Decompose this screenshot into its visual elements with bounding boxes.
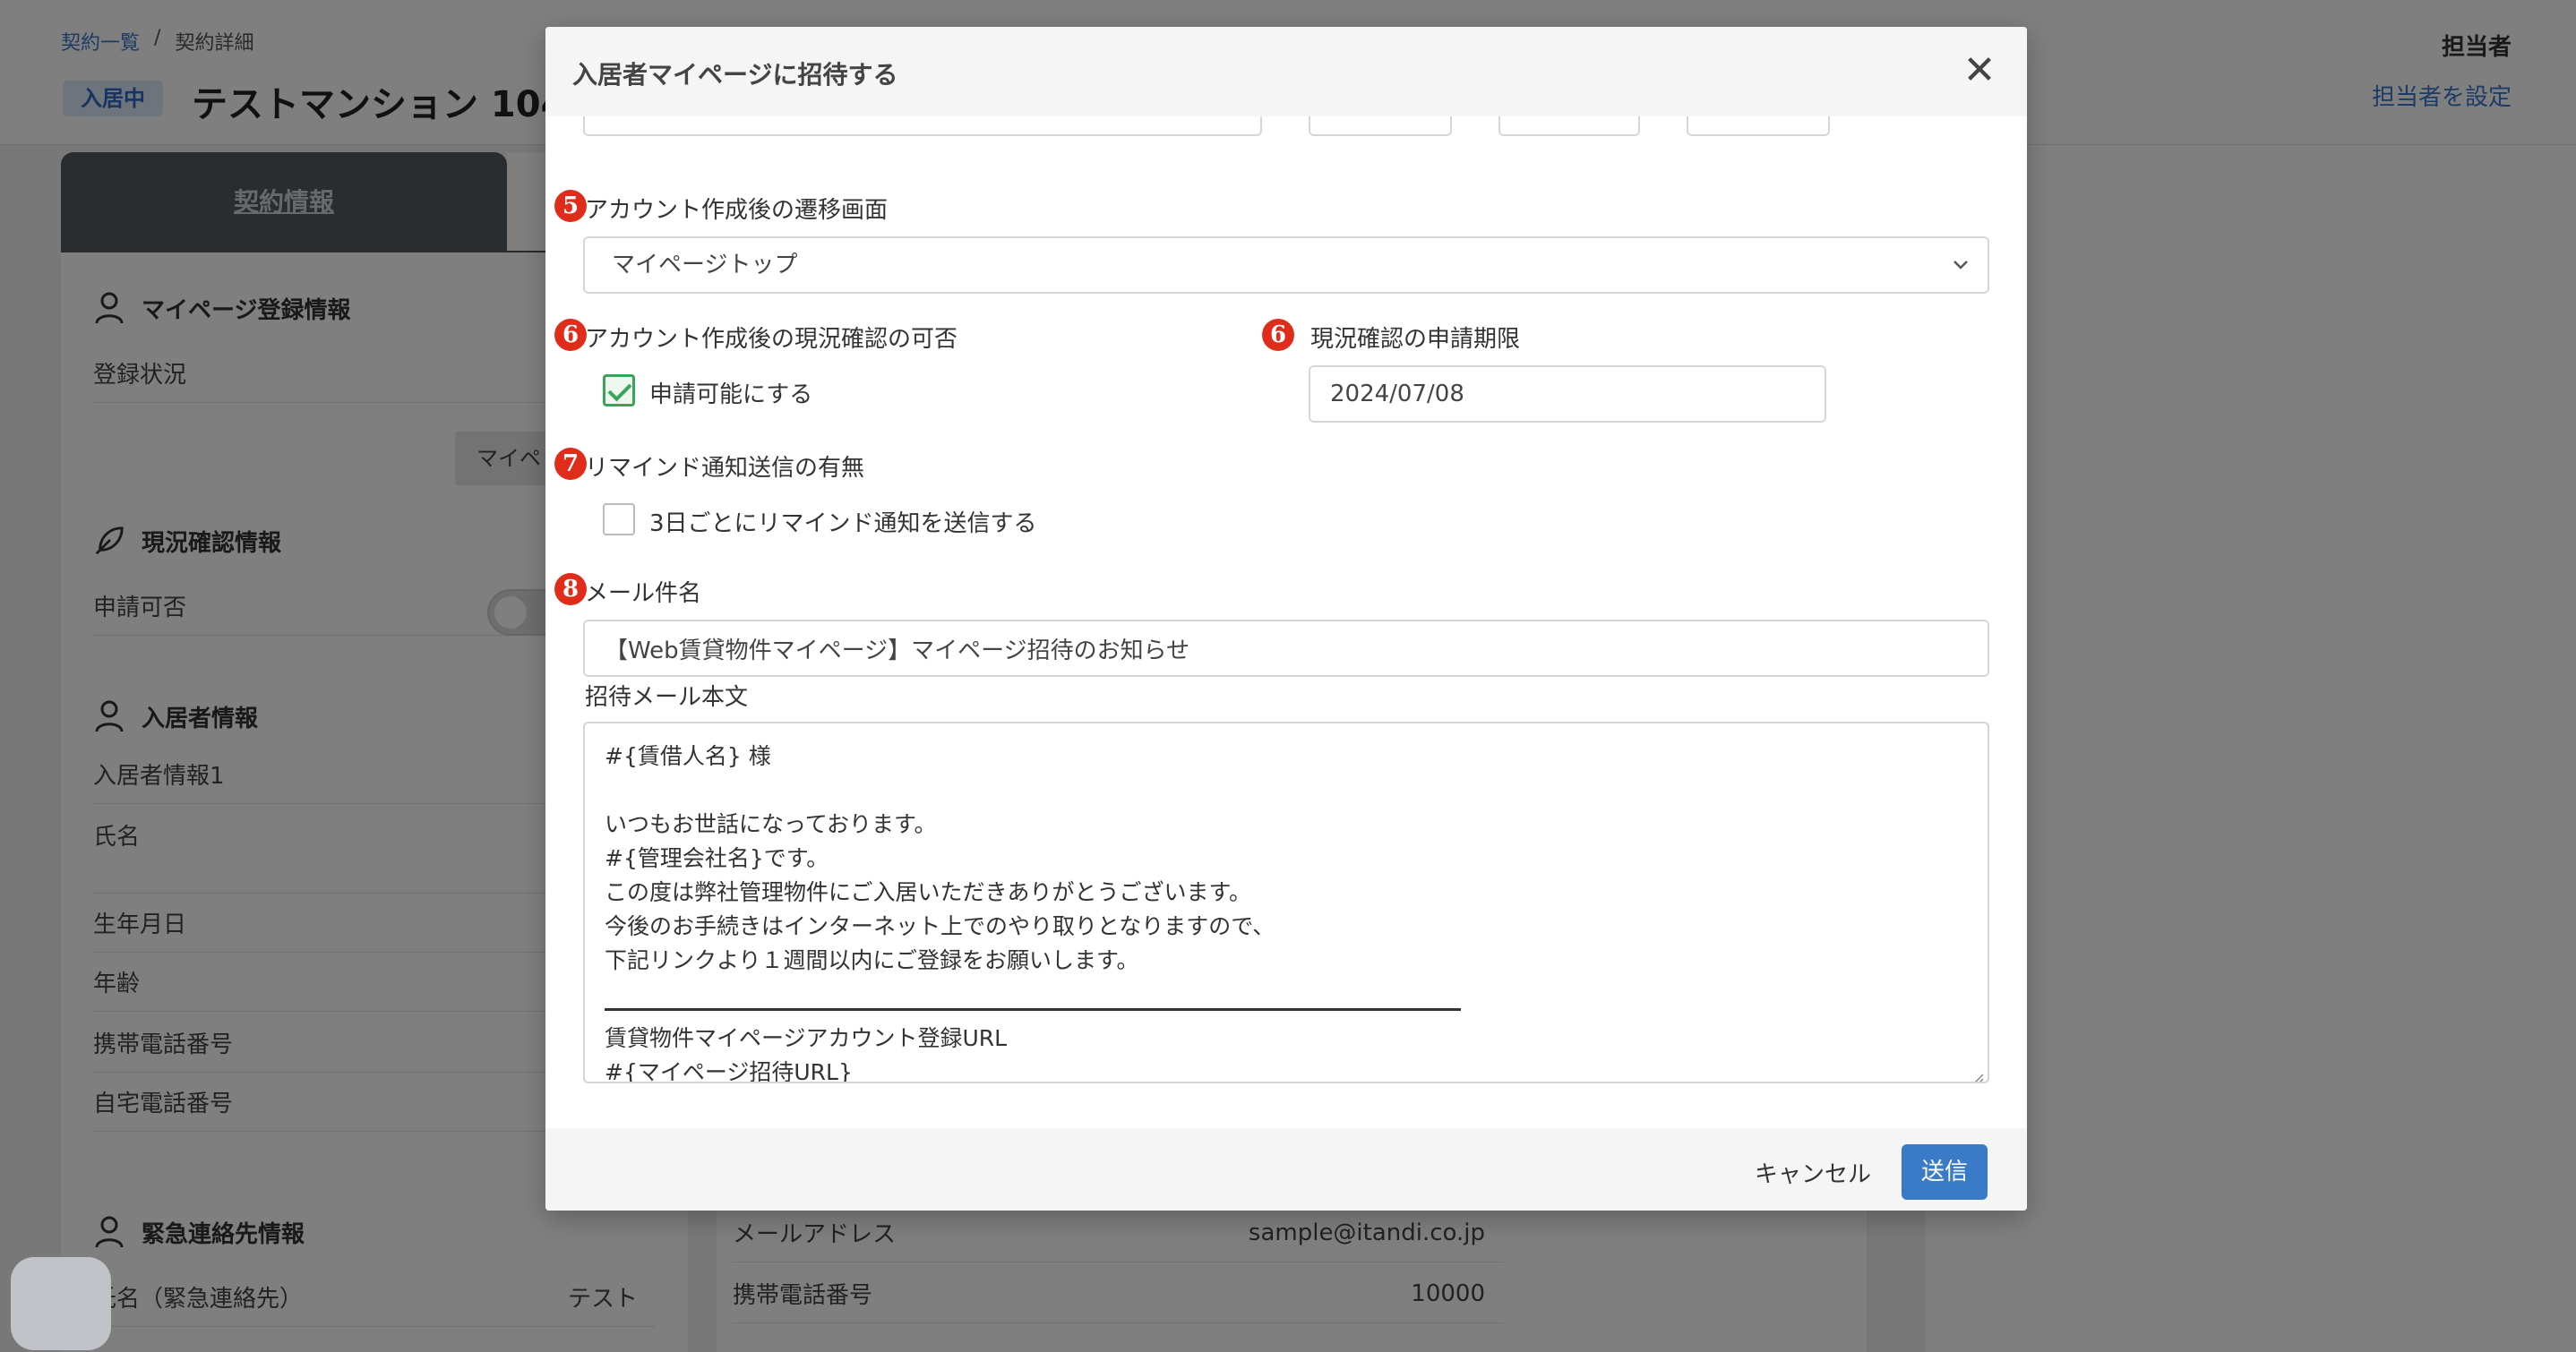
- body-label: 招待メール本文: [585, 684, 749, 711]
- deadline-input[interactable]: 2024/07/08: [1309, 365, 1826, 423]
- reminder-label: リマインド通知送信の有無: [585, 455, 865, 482]
- body-textarea[interactable]: #{賃借人名} 様 いつもお世話になっております。 #{管理会社名}です。 この…: [583, 722, 1989, 1083]
- scrolled-field[interactable]: [1309, 116, 1452, 136]
- chevron-down-icon: [1952, 238, 1970, 313]
- body-line: いつもお世話になっております。: [605, 811, 937, 837]
- reminder-checkbox-label[interactable]: 3日ごとにリマインド通知を送信する: [649, 505, 1037, 538]
- status-check-label: アカウント作成後の現況確認の可否: [585, 326, 958, 353]
- reminder-checkbox[interactable]: [603, 503, 635, 535]
- body-line: [605, 774, 1968, 808]
- body-line: 賃貸物件マイページアカウント登録URL: [605, 1025, 1008, 1051]
- cancel-button[interactable]: キャンセル: [1755, 1148, 1871, 1202]
- body-line: #{マイページ招待URL}: [605, 1059, 853, 1083]
- modal-footer: キャンセル 送信: [545, 1128, 2027, 1211]
- body-line: 今後のお手続きはインターネット上でのやり取りとなりますので、: [605, 913, 1275, 939]
- redirect-label: アカウント作成後の遷移画面: [585, 197, 889, 224]
- body-line: この度は弊社管理物件にご入居いただきありがとうございます。: [605, 879, 1252, 905]
- chat-widget-button[interactable]: [11, 1257, 111, 1350]
- modal-title: 入居者マイページに招待する: [572, 60, 898, 90]
- step-badge: 8: [554, 573, 587, 605]
- modal-header: 入居者マイページに招待する ✕: [545, 27, 2027, 116]
- close-icon[interactable]: ✕: [1959, 50, 2000, 91]
- deadline-label: 現況確認の申請期限: [1310, 326, 1521, 353]
- subject-input[interactable]: 【Web賃貸物件マイページ】マイページ招待のお知らせ: [583, 620, 1989, 677]
- body-divider: [605, 1008, 1461, 1011]
- step-badge: 5: [554, 190, 587, 222]
- modal-body: 5 アカウント作成後の遷移画面 マイページトップ 6 アカウント作成後の現況確認…: [545, 116, 2027, 1128]
- step-badge: 6: [1262, 319, 1294, 351]
- scrolled-field[interactable]: [1498, 116, 1640, 136]
- body-line: #{管理会社名}です。: [605, 845, 829, 871]
- subject-label: メール件名: [585, 580, 702, 607]
- scrolled-field[interactable]: [583, 116, 1262, 136]
- scrolled-field[interactable]: [1687, 116, 1830, 136]
- body-line: 下記リンクより１週間以内にご登録をお願いします。: [605, 947, 1139, 973]
- send-button[interactable]: 送信: [1902, 1144, 1988, 1200]
- redirect-selected-value: マイページトップ: [612, 252, 798, 278]
- invite-modal: 入居者マイページに招待する ✕ 5 アカウント作成後の遷移画面 マイページトップ…: [545, 27, 2027, 1211]
- redirect-select[interactable]: マイページトップ: [583, 236, 1989, 294]
- status-check-checkbox[interactable]: [603, 374, 635, 406]
- body-line: #{賃借人名} 様: [605, 743, 771, 769]
- status-check-checkbox-label[interactable]: 申請可能にする: [649, 376, 812, 409]
- step-badge: 7: [554, 448, 587, 480]
- step-badge: 6: [554, 319, 587, 351]
- resize-handle-icon[interactable]: [1970, 1064, 1984, 1082]
